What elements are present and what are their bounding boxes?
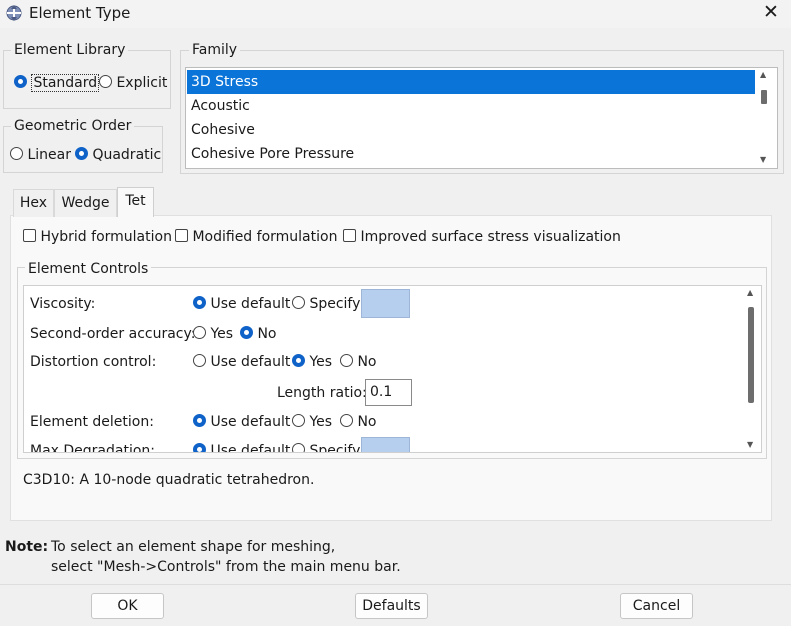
app-icon	[6, 5, 22, 21]
radio-standard-indicator[interactable]	[14, 75, 27, 88]
distortion-use-default[interactable]: Use default	[193, 354, 290, 370]
element-controls-scroll-area[interactable]: Viscosity: Use default Specify Second-or…	[23, 285, 762, 453]
hybrid-label[interactable]: Hybrid formulation	[40, 229, 171, 245]
cancel-button[interactable]: Cancel	[620, 593, 693, 619]
second-order-no-indicator[interactable]	[240, 326, 253, 339]
family-item-cohesive-pore-pressure[interactable]: Cohesive Pore Pressure	[187, 142, 755, 166]
radio-explicit-indicator[interactable]	[99, 75, 112, 88]
note-line-2: select "Mesh->Controls" from the main me…	[51, 559, 401, 575]
max-degradation-use-default[interactable]: Use default	[193, 443, 290, 452]
length-ratio-input[interactable]: 0.1	[365, 379, 412, 406]
viscosity-specify-indicator[interactable]	[292, 296, 305, 309]
distortion-use-default-indicator[interactable]	[193, 354, 206, 367]
max-degradation-specify-indicator[interactable]	[292, 443, 305, 452]
element-deletion-use-default-indicator[interactable]	[193, 414, 206, 427]
close-icon[interactable]: ✕	[760, 1, 782, 23]
viscosity-use-default-label[interactable]: Use default	[210, 296, 290, 312]
window-title: Element Type	[29, 4, 131, 22]
family-item-cohesive[interactable]: Cohesive	[187, 118, 755, 142]
radio-explicit[interactable]: Explicit	[99, 75, 167, 91]
viscosity-specify-label[interactable]: Specify	[309, 296, 360, 312]
element-deletion-no[interactable]: No	[340, 414, 377, 430]
distortion-no-label[interactable]: No	[357, 354, 376, 370]
scroll-up-icon[interactable]: ▲	[760, 70, 766, 79]
element-library-legend: Element Library	[11, 42, 129, 58]
element-deletion-label: Element deletion:	[30, 414, 154, 430]
radio-quadratic-label[interactable]: Quadratic	[92, 147, 161, 163]
hybrid-formulation-checkbox[interactable]: Hybrid formulation	[23, 229, 172, 245]
second-order-no-label[interactable]: No	[257, 326, 276, 342]
scroll-down-icon[interactable]: ▼	[760, 155, 766, 164]
second-order-yes-indicator[interactable]	[193, 326, 206, 339]
max-degradation-value-field[interactable]	[361, 437, 410, 452]
note-label: Note:	[5, 539, 49, 555]
viscosity-specify[interactable]: Specify	[292, 296, 360, 312]
radio-linear-indicator[interactable]	[10, 147, 23, 160]
radio-linear-label[interactable]: Linear	[27, 147, 71, 163]
improved-surface-stress-checkbox[interactable]: Improved surface stress visualization	[343, 229, 621, 245]
element-controls-legend: Element Controls	[25, 261, 152, 277]
ok-button[interactable]: OK	[91, 593, 164, 619]
viscosity-use-default-indicator[interactable]	[193, 296, 206, 309]
distortion-yes[interactable]: Yes	[292, 354, 332, 370]
viscosity-use-default[interactable]: Use default	[193, 296, 290, 312]
tab-wedge[interactable]: Wedge	[54, 189, 117, 217]
tab-tet[interactable]: Tet	[117, 187, 154, 217]
modified-formulation-checkbox[interactable]: Modified formulation	[175, 229, 337, 245]
element-deletion-yes[interactable]: Yes	[292, 414, 332, 430]
second-order-yes[interactable]: Yes	[193, 326, 233, 342]
improved-checkbox-box[interactable]	[343, 229, 356, 242]
element-deletion-use-default[interactable]: Use default	[193, 414, 290, 430]
family-item-acoustic[interactable]: Acoustic	[187, 94, 755, 118]
radio-linear[interactable]: Linear	[10, 147, 71, 163]
max-degradation-specify[interactable]: Specify	[292, 443, 360, 452]
family-scrollbar-thumb[interactable]	[761, 90, 767, 104]
element-deletion-no-indicator[interactable]	[340, 414, 353, 427]
note-line-1: To select an element shape for meshing,	[51, 539, 336, 555]
improved-label[interactable]: Improved surface stress visualization	[360, 229, 620, 245]
distortion-use-default-label[interactable]: Use default	[210, 354, 290, 370]
family-item-3d-stress[interactable]: 3D Stress	[187, 70, 755, 94]
max-degradation-use-default-label[interactable]: Use default	[210, 443, 290, 452]
hybrid-checkbox-box[interactable]	[23, 229, 36, 242]
length-ratio-label: Length ratio:	[277, 385, 367, 401]
modified-checkbox-box[interactable]	[175, 229, 188, 242]
defaults-button[interactable]: Defaults	[355, 593, 428, 619]
geometric-order-legend: Geometric Order	[11, 118, 135, 134]
controls-scroll-up-icon[interactable]: ▲	[747, 288, 753, 297]
element-description: C3D10: A 10-node quadratic tetrahedron.	[23, 472, 315, 488]
distortion-no-indicator[interactable]	[340, 354, 353, 367]
distortion-no[interactable]: No	[340, 354, 377, 370]
element-deletion-no-label[interactable]: No	[357, 414, 376, 430]
viscosity-value-field[interactable]	[361, 289, 410, 318]
max-degradation-use-default-indicator[interactable]	[193, 443, 206, 452]
controls-scroll-down-icon[interactable]: ▼	[747, 440, 753, 449]
radio-quadratic-indicator[interactable]	[75, 147, 88, 160]
max-degradation-specify-label[interactable]: Specify	[309, 443, 360, 452]
radio-standard[interactable]: Standard	[14, 74, 100, 92]
viscosity-label: Viscosity:	[30, 296, 96, 312]
radio-quadratic[interactable]: Quadratic	[75, 147, 161, 163]
second-order-no[interactable]: No	[240, 326, 277, 342]
second-order-yes-label[interactable]: Yes	[210, 326, 233, 342]
element-deletion-use-default-label[interactable]: Use default	[210, 414, 290, 430]
max-degradation-label: Max Degradation:	[30, 443, 156, 453]
tab-hex[interactable]: Hex	[13, 189, 54, 217]
radio-explicit-label[interactable]: Explicit	[116, 75, 167, 91]
distortion-yes-indicator[interactable]	[292, 354, 305, 367]
radio-standard-label[interactable]: Standard	[31, 74, 100, 92]
family-listbox[interactable]: 3D Stress Acoustic Cohesive Cohesive Por…	[185, 67, 778, 169]
distortion-yes-label[interactable]: Yes	[309, 354, 332, 370]
modified-label[interactable]: Modified formulation	[192, 229, 337, 245]
family-legend: Family	[189, 42, 241, 58]
second-order-label: Second-order accuracy:	[30, 326, 196, 342]
distortion-label: Distortion control:	[30, 354, 157, 370]
element-deletion-yes-indicator[interactable]	[292, 414, 305, 427]
element-deletion-yes-label[interactable]: Yes	[309, 414, 332, 430]
element-controls-scrollbar-thumb[interactable]	[748, 307, 754, 403]
